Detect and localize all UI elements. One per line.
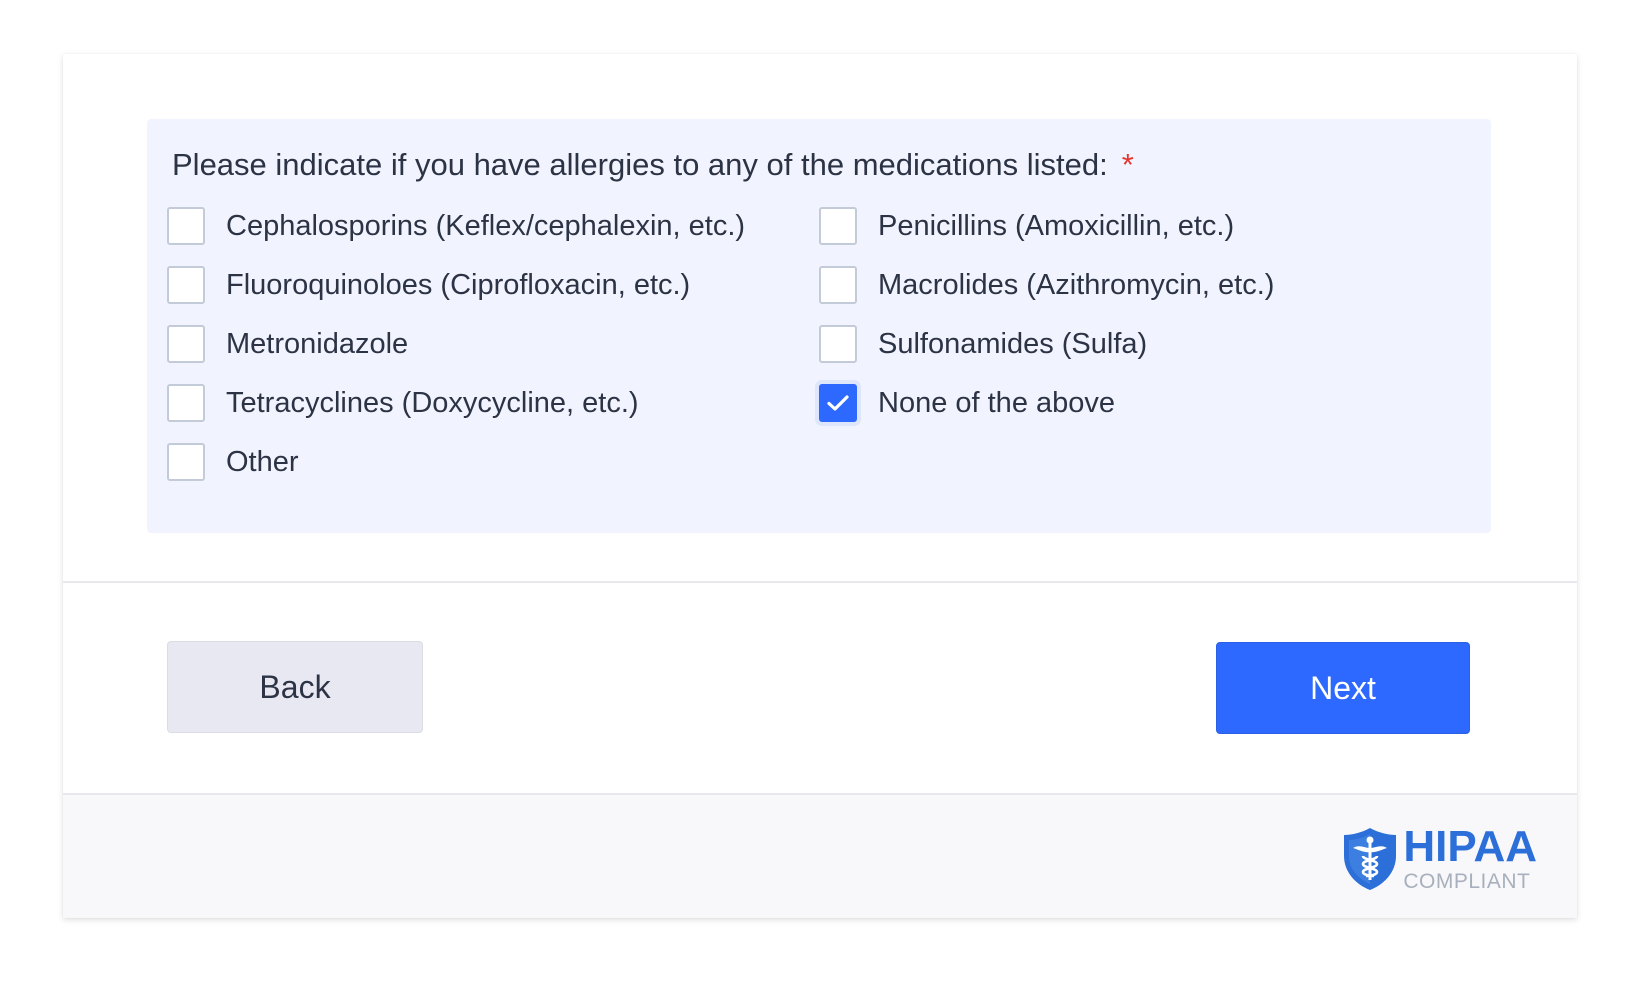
footer: HIPAA COMPLIANT [63, 793, 1577, 918]
checkbox-macrolides[interactable] [819, 266, 857, 304]
question-label: Please indicate if you have allergies to… [172, 147, 1134, 183]
option-sulfonamides[interactable]: Sulfonamides (Sulfa) [819, 323, 1147, 365]
checkbox-penicillins[interactable] [819, 207, 857, 245]
checkbox-metronidazole[interactable] [167, 325, 205, 363]
hipaa-title: HIPAA [1403, 822, 1537, 871]
option-label: None of the above [878, 386, 1116, 419]
option-label: Macrolides (Azithromycin, etc.) [878, 268, 1275, 301]
checkbox-cephalosporins[interactable] [167, 207, 205, 245]
checkbox-fluoroquinolones[interactable] [167, 266, 205, 304]
option-metronidazole[interactable]: Metronidazole [167, 323, 408, 365]
option-label: Cephalosporins (Keflex/cephalexin, etc.) [226, 209, 746, 242]
required-indicator: * [1121, 147, 1134, 182]
form-card: Please indicate if you have allergies to… [63, 54, 1577, 918]
option-fluoroquinolones[interactable]: Fluoroquinoloes (Ciprofloxacin, etc.) [167, 264, 690, 306]
checkbox-other[interactable] [167, 443, 205, 481]
option-macrolides[interactable]: Macrolides (Azithromycin, etc.) [819, 264, 1274, 306]
option-label: Sulfonamides (Sulfa) [878, 327, 1148, 360]
hipaa-text: HIPAA COMPLIANT [1403, 822, 1537, 893]
checkbox-sulfonamides[interactable] [819, 325, 857, 363]
caduceus-shield-icon [1344, 827, 1397, 890]
option-label: Tetracyclines (Doxycycline, etc.) [226, 386, 639, 419]
back-button[interactable]: Back [167, 641, 423, 733]
option-label: Other [226, 445, 299, 478]
checkbox-none-of-the-above[interactable] [819, 384, 857, 422]
question-text: Please indicate if you have allergies to… [172, 147, 1108, 182]
option-penicillins[interactable]: Penicillins (Amoxicillin, etc.) [819, 205, 1234, 247]
question-box: Please indicate if you have allergies to… [147, 119, 1491, 533]
option-cephalosporins[interactable]: Cephalosporins (Keflex/cephalexin, etc.) [167, 205, 745, 247]
section-divider [63, 581, 1577, 583]
next-button[interactable]: Next [1216, 642, 1470, 734]
option-none-of-the-above[interactable]: None of the above [819, 382, 1115, 424]
hipaa-badge: HIPAA COMPLIANT [1341, 825, 1537, 892]
option-label: Penicillins (Amoxicillin, etc.) [878, 209, 1235, 242]
option-label: Fluoroquinoloes (Ciprofloxacin, etc.) [226, 268, 691, 301]
checkmark-icon [827, 395, 849, 411]
hipaa-subtitle: COMPLIANT [1403, 870, 1531, 893]
option-other[interactable]: Other [167, 441, 299, 483]
checkbox-tetracyclines[interactable] [167, 384, 205, 422]
option-tetracyclines[interactable]: Tetracyclines (Doxycycline, etc.) [167, 382, 639, 424]
option-label: Metronidazole [226, 327, 409, 360]
